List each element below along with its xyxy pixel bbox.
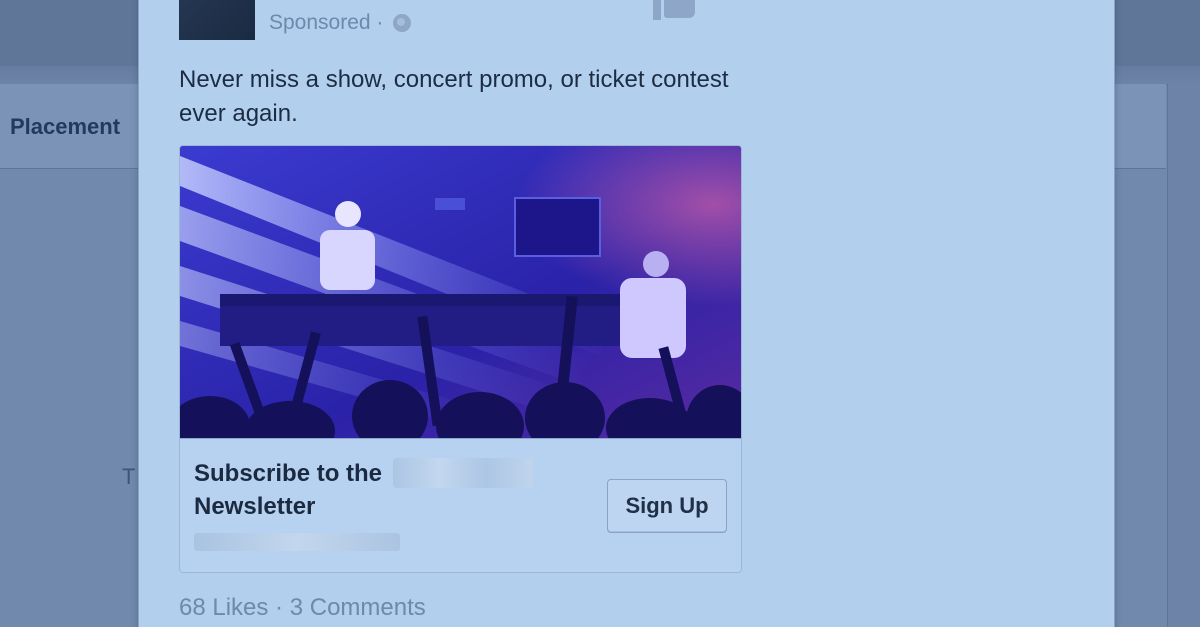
like-thumb-icon[interactable] (653, 0, 695, 20)
link-footer[interactable]: Subscribe to the Newsletter Sign Up (180, 438, 741, 572)
placement-heading: Placement (10, 114, 121, 139)
link-title-suffix: Newsletter (194, 493, 316, 520)
link-attachment[interactable]: Subscribe to the Newsletter Sign Up (179, 145, 742, 573)
sign-up-button[interactable]: Sign Up (607, 479, 727, 533)
redacted-brand-name (392, 458, 533, 488)
sponsored-line: Sponsored · (269, 11, 412, 35)
globe-icon (393, 14, 412, 32)
sponsored-label: Sponsored · (269, 11, 384, 34)
engagement-counts[interactable]: 68 Likes · 3 Comments (179, 594, 426, 622)
link-title[interactable]: Subscribe to the Newsletter (194, 457, 574, 523)
post-body-text: Never miss a show, concert promo, or tic… (179, 66, 729, 127)
redacted-link-domain (194, 533, 400, 551)
page-avatar[interactable] (179, 0, 255, 40)
link-title-prefix: Subscribe to the (194, 460, 383, 487)
background-partial-text: T (122, 464, 136, 489)
concert-photo[interactable] (180, 146, 741, 438)
background-right-header (1112, 84, 1166, 169)
